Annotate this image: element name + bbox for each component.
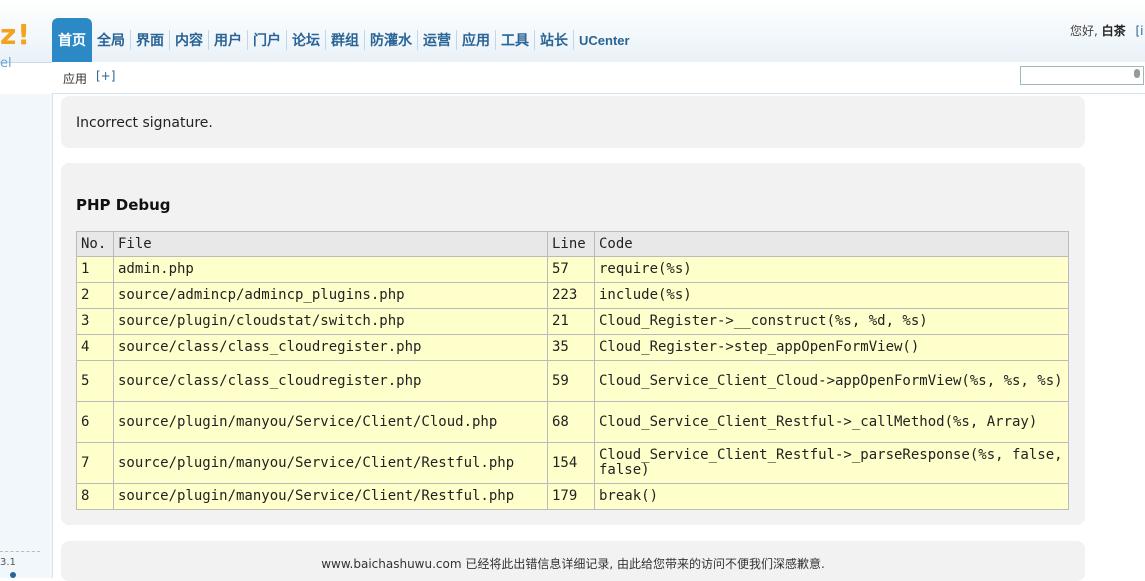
table-row: 3 source/plugin/cloudstat/switch.php 21 Clo… bbox=[76, 308, 1069, 335]
error-message: Incorrect signature. bbox=[76, 115, 213, 131]
cell-line: 154 bbox=[547, 442, 595, 484]
cell-file: source/class/class_cloudregister.php bbox=[113, 334, 548, 361]
cell-line: 35 bbox=[547, 334, 595, 361]
cell-code: Cloud_Service_Client_Restful->_callMetho… bbox=[594, 401, 1069, 443]
cell-file: source/plugin/manyou/Service/Client/Clou… bbox=[113, 401, 548, 443]
cell-line: 59 bbox=[547, 360, 595, 402]
nav-item-3[interactable]: 内容 bbox=[170, 18, 208, 62]
version-label: 3.1 bbox=[0, 557, 16, 568]
cell-no: 7 bbox=[76, 442, 114, 484]
nav-item-7[interactable]: 群组 bbox=[326, 18, 364, 62]
table-row: 7 source/plugin/manyou/Service/Client/Res… bbox=[76, 442, 1069, 484]
cell-code: Cloud_Service_Client_Restful->_parseResp… bbox=[594, 442, 1069, 484]
col-header-no: No. bbox=[76, 231, 114, 257]
nav-item-12[interactable]: 站长 bbox=[535, 18, 573, 62]
logo[interactable]: z! bbox=[0, 18, 31, 51]
main-nav: 首页 全局 界面 内容 用户 门户 论坛 群组 防灌水 运营 应用 工具 站长 UCenter bbox=[52, 18, 635, 62]
nav-item-0[interactable]: 首页 bbox=[52, 18, 92, 62]
nav-item-10[interactable]: 应用 bbox=[457, 18, 495, 62]
add-shortcut-button[interactable]: [+] bbox=[96, 69, 115, 83]
cell-file: source/admincp/admincp_plugins.php bbox=[113, 282, 548, 309]
left-sidebar bbox=[0, 94, 53, 578]
cell-code: Cloud_Register->step_appOpenFormView() bbox=[594, 334, 1069, 361]
footer-box: www.baichashuwu.com 已经将此出错信息详细记录, 由此给您带来… bbox=[61, 541, 1085, 581]
cell-line: 223 bbox=[547, 282, 595, 309]
col-header-line: Line bbox=[547, 231, 595, 257]
greeting-prefix: 您好, bbox=[1070, 24, 1098, 38]
nav-item-2[interactable]: 界面 bbox=[131, 18, 169, 62]
nav-item-1[interactable]: 全局 bbox=[92, 18, 130, 62]
cell-line: 21 bbox=[547, 308, 595, 335]
table-row: 1 admin.php 57 require(%s) bbox=[76, 256, 1069, 283]
nav-item-4[interactable]: 用户 bbox=[209, 18, 247, 62]
table-row: 4 source/class/class_cloudregister.php 35 C… bbox=[76, 334, 1069, 361]
search-input[interactable] bbox=[1020, 66, 1144, 85]
cell-line: 179 bbox=[547, 483, 595, 510]
nav-item-6[interactable]: 论坛 bbox=[287, 18, 325, 62]
php-debug-box: PHP Debug No. File Line Code 1 admin.php 5… bbox=[61, 163, 1085, 525]
sub-nav: 应用 [+] bbox=[52, 62, 1145, 94]
cell-file: source/plugin/cloudstat/switch.php bbox=[113, 308, 548, 335]
table-row: 6 source/plugin/manyou/Service/Client/Clo… bbox=[76, 401, 1069, 443]
nav-item-8[interactable]: 防灌水 bbox=[365, 18, 417, 62]
col-header-code: Code bbox=[594, 231, 1069, 257]
cell-no: 8 bbox=[76, 483, 114, 510]
cell-code: Cloud_Service_Client_Cloud->appOpenFormV… bbox=[594, 360, 1069, 402]
cell-file: admin.php bbox=[113, 256, 548, 283]
table-row: 2 source/admincp/admincp_plugins.php 223 in… bbox=[76, 282, 1069, 309]
error-message-box: Incorrect signature. bbox=[61, 96, 1085, 148]
version-marker-icon bbox=[10, 572, 16, 578]
footer-text: www.baichashuwu.com 已经将此出错信息详细记录, 由此给您带来… bbox=[321, 557, 825, 571]
table-header-row: No. File Line Code bbox=[76, 231, 1069, 257]
cell-line: 68 bbox=[547, 401, 595, 443]
logo-subtitle: el bbox=[0, 56, 12, 71]
cell-file: source/class/class_cloudregister.php bbox=[113, 360, 548, 402]
nav-item-5[interactable]: 门户 bbox=[248, 18, 286, 62]
cell-no: 6 bbox=[76, 401, 114, 443]
sidebar-divider bbox=[0, 551, 40, 552]
cell-code: break() bbox=[594, 483, 1069, 510]
cell-code: Cloud_Register->__construct(%s, %d, %s) bbox=[594, 308, 1069, 335]
cell-file: source/plugin/manyou/Service/Client/Rest… bbox=[113, 442, 548, 484]
nav-item-13[interactable]: UCenter bbox=[574, 18, 635, 62]
username-link[interactable]: 白茶 bbox=[1102, 24, 1126, 38]
microphone-icon[interactable] bbox=[1134, 69, 1140, 78]
greeting-tail[interactable]: [i bbox=[1136, 24, 1144, 38]
cell-no: 3 bbox=[76, 308, 114, 335]
cell-no: 5 bbox=[76, 360, 114, 402]
nav-item-9[interactable]: 运营 bbox=[418, 18, 456, 62]
cell-code: require(%s) bbox=[594, 256, 1069, 283]
cell-code: include(%s) bbox=[594, 282, 1069, 309]
cell-file: source/plugin/manyou/Service/Client/Rest… bbox=[113, 483, 548, 510]
table-row: 8 source/plugin/manyou/Service/Client/Res… bbox=[76, 483, 1069, 510]
col-header-file: File bbox=[113, 231, 548, 257]
debug-title: PHP Debug bbox=[76, 196, 171, 214]
top-header: z! el 首页 全局 界面 内容 用户 门户 论坛 群组 防灌水 运营 应用 工具 站长 UCenter… bbox=[0, 0, 1145, 71]
debug-trace-table: No. File Line Code 1 admin.php 57 require(%… bbox=[76, 231, 1069, 510]
cell-line: 57 bbox=[547, 256, 595, 283]
cell-no: 2 bbox=[76, 282, 114, 309]
nav-item-11[interactable]: 工具 bbox=[496, 18, 534, 62]
cell-no: 1 bbox=[76, 256, 114, 283]
subnav-label[interactable]: 应用 bbox=[63, 70, 87, 87]
table-row: 5 source/class/class_cloudregister.php 59 C… bbox=[76, 360, 1069, 402]
cell-no: 4 bbox=[76, 334, 114, 361]
user-greeting: 您好, 白茶 [i bbox=[1070, 22, 1144, 39]
